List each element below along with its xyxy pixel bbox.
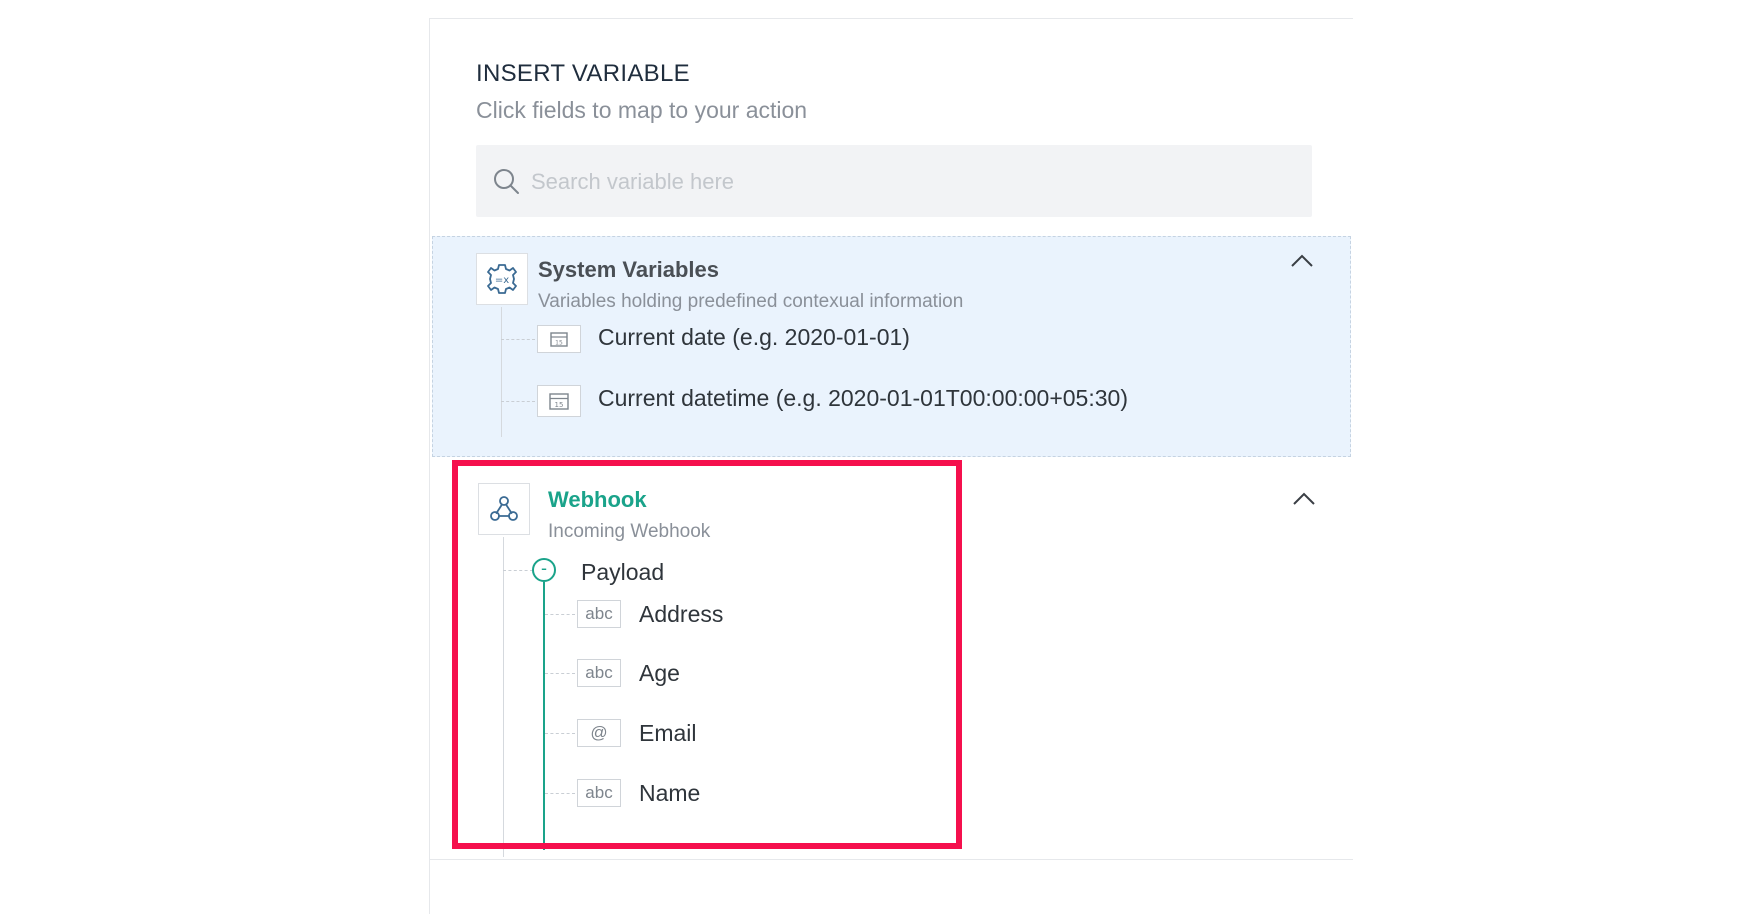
tree-branch	[503, 570, 533, 571]
calendar-icon: 15	[550, 332, 568, 347]
date-type-badge: 15	[537, 325, 581, 353]
chevron-up-icon[interactable]	[1290, 489, 1318, 509]
text-type-badge: abc	[577, 779, 621, 807]
calendar-icon: 15	[549, 393, 569, 410]
tree-branch	[545, 733, 575, 734]
search-box[interactable]	[476, 145, 1312, 219]
system-variables-description: Variables holding predefined contexual i…	[538, 291, 964, 312]
payload-tree-line	[543, 582, 545, 850]
search-input[interactable]	[529, 145, 1293, 219]
system-variables-icon-box: =x	[476, 253, 528, 305]
payload-collapse-toggle[interactable]: -	[532, 558, 556, 582]
field-address[interactable]: Address	[639, 601, 723, 628]
svg-text:15: 15	[555, 340, 563, 347]
webhook-title: Webhook	[548, 487, 647, 512]
datetime-type-badge: 15	[537, 385, 581, 417]
panel-title: INSERT VARIABLE	[476, 60, 690, 87]
text-type-badge: abc	[577, 659, 621, 687]
chevron-up-icon[interactable]	[1288, 251, 1316, 271]
field-email[interactable]: Email	[639, 720, 697, 747]
tree-branch	[545, 614, 575, 615]
svg-text:15: 15	[555, 401, 564, 409]
system-variables-title: System Variables	[538, 257, 720, 282]
insert-variable-panel: INSERT VARIABLE Click fields to map to y…	[429, 18, 1353, 914]
variable-current-date[interactable]: Current date (e.g. 2020-01-01)	[598, 324, 910, 351]
system-variables-section: =x System Variables Variables holding pr…	[432, 236, 1351, 457]
tree-branch	[501, 401, 535, 402]
text-type-badge: abc	[577, 600, 621, 628]
panel-subtitle: Click fields to map to your action	[476, 97, 808, 123]
tree-branch	[545, 673, 575, 674]
stage: INSERT VARIABLE Click fields to map to y…	[0, 0, 1748, 914]
tree-branch	[545, 793, 575, 794]
tree-branch	[501, 339, 535, 340]
variable-current-datetime[interactable]: Current datetime (e.g. 2020-01-01T00:00:…	[598, 385, 1128, 412]
payload-label[interactable]: Payload	[581, 559, 664, 586]
tree-connector	[501, 307, 502, 437]
webhook-icon	[490, 496, 518, 521]
email-type-badge: @	[577, 719, 621, 747]
svg-text:=x: =x	[495, 275, 509, 286]
tree-connector	[503, 537, 504, 857]
gear-variable-icon: =x	[487, 264, 517, 294]
field-name[interactable]: Name	[639, 780, 700, 807]
search-icon	[494, 169, 519, 194]
webhook-icon-box	[478, 483, 530, 535]
panel-bottom-divider	[429, 859, 1353, 860]
webhook-description: Incoming Webhook	[548, 521, 711, 542]
field-age[interactable]: Age	[639, 660, 680, 687]
